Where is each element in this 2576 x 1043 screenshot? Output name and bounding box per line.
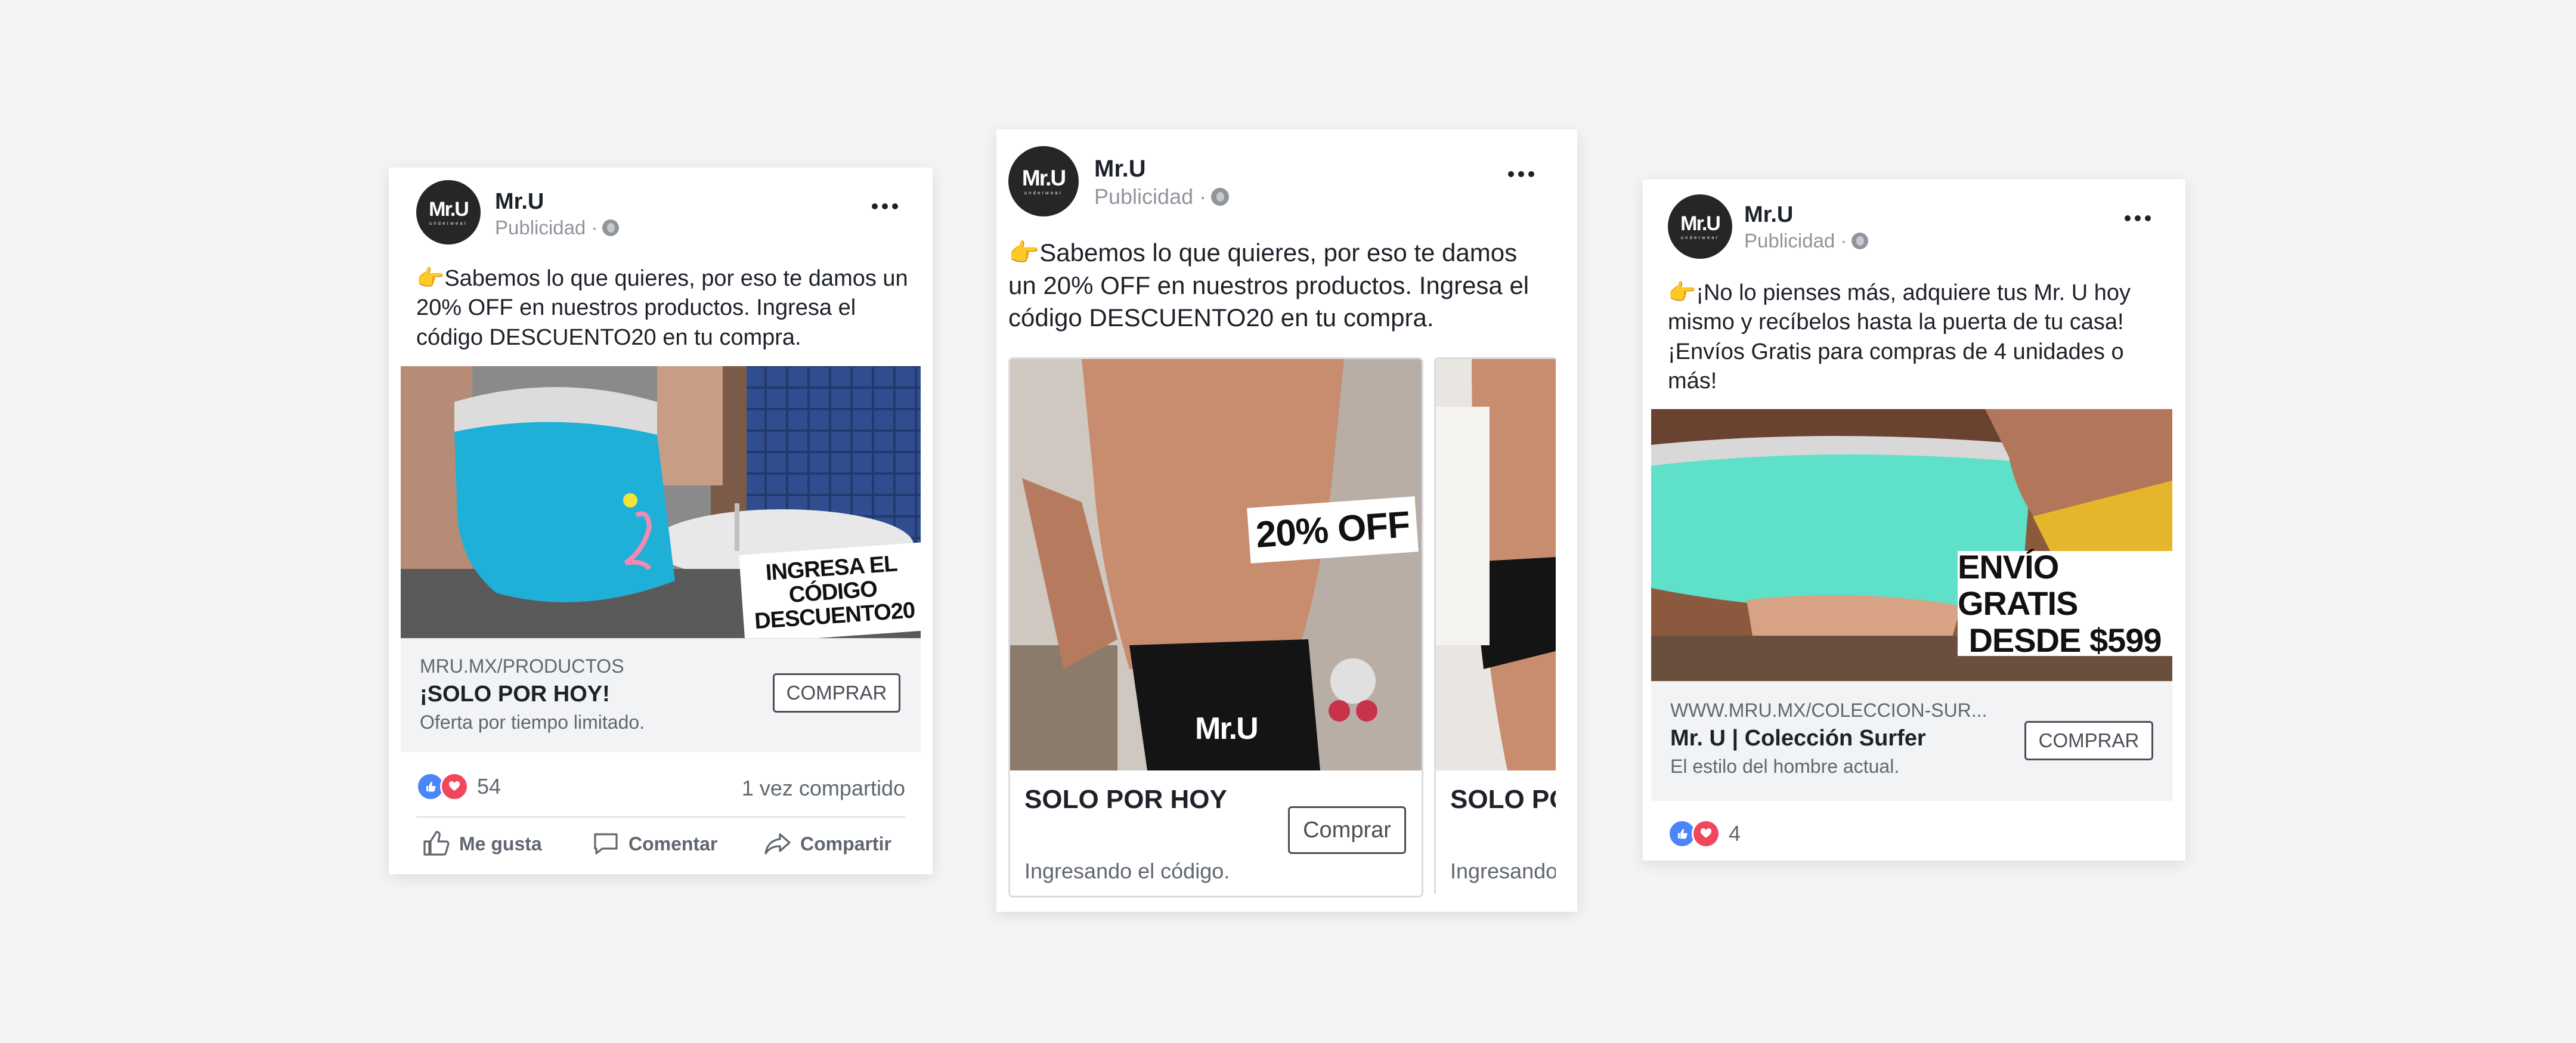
- link-description: Oferta por tiempo limitado.: [420, 711, 645, 733]
- shares-count[interactable]: 1 vez compartido: [742, 776, 905, 801]
- more-options-icon[interactable]: [2125, 215, 2151, 221]
- ad-image[interactable]: ENVÍO GRATIS DESDE $599: [1651, 409, 2172, 681]
- ad-card-1: Mr.U underwear Mr.U Publicidad · 👉Sabemo…: [389, 168, 933, 874]
- more-options-icon[interactable]: [872, 203, 898, 209]
- link-url: WWW.MRU.MX/COLECCION-SUR...: [1670, 700, 1987, 721]
- carousel-title-2: SOLO POR HOY: [1450, 785, 1556, 814]
- post-text: 👉Sabemos lo que quieres, por eso te damo…: [1008, 239, 1530, 332]
- brand-logo-subtext: underwear: [1024, 190, 1063, 196]
- carousel-card-1[interactable]: 20% OFF Mr.U SOLO POR HOY Comprar Ingres…: [1008, 357, 1423, 897]
- link-preview[interactable]: WWW.MRU.MX/COLECCION-SUR... Mr. U | Cole…: [1651, 681, 2172, 801]
- carousel-image-art: [1010, 359, 1422, 770]
- comprar-button[interactable]: Comprar: [1288, 806, 1406, 854]
- carousel-image-overlay: 20% OFF: [1247, 496, 1419, 564]
- carousel-image-2: [1436, 359, 1556, 770]
- globe-icon: [1852, 233, 1869, 249]
- globe-icon: [1211, 188, 1230, 206]
- reactions-count: 54: [477, 774, 501, 799]
- reactions[interactable]: 4: [1668, 819, 1741, 848]
- brand-logo-text: Mr.U: [1021, 166, 1066, 190]
- ad-image[interactable]: INGRESA EL CÓDIGO DESCUENTO20: [401, 366, 921, 638]
- comment-button[interactable]: Comentar: [592, 830, 717, 858]
- image-overlay-text: ENVÍO GRATIS DESDE $599: [1958, 547, 2172, 659]
- carousel-title-1: SOLO POR HOY: [1024, 785, 1227, 814]
- brand-avatar[interactable]: Mr.U underwear: [1008, 146, 1079, 216]
- sponsored-text: Publicidad ·: [1744, 230, 1847, 252]
- brand-logo-subtext: underwear: [429, 220, 468, 226]
- brand-name[interactable]: Mr.U: [495, 189, 544, 215]
- image-overlay-text: INGRESA EL CÓDIGO DESCUENTO20: [739, 542, 921, 638]
- sponsored-label: Publicidad ·: [1744, 230, 1869, 252]
- sponsored-label: Publicidad ·: [1094, 184, 1230, 209]
- carousel-image-1: 20% OFF Mr.U: [1010, 359, 1422, 770]
- link-preview[interactable]: MRU.MX/PRODUCTOS ¡SOLO POR HOY! Oferta p…: [401, 638, 921, 752]
- carousel-image-art-2: [1436, 359, 1556, 770]
- comment-label: Comentar: [628, 832, 718, 855]
- share-button[interactable]: Compartir: [763, 830, 891, 858]
- link-description: El estilo del hombre actual.: [1670, 756, 1900, 777]
- carousel-peek-clip: SOLO POR HOY Ingresando el código.: [1434, 357, 1556, 894]
- love-reaction-icon: [440, 772, 469, 801]
- comment-icon: [594, 833, 618, 855]
- link-title: Mr. U | Colección Surfer: [1670, 726, 1926, 751]
- overlay-line-2: DESDE $599: [1968, 621, 2162, 659]
- sponsored-label: Publicidad ·: [495, 216, 620, 239]
- sponsored-text: Publicidad ·: [495, 216, 598, 239]
- brand-name[interactable]: Mr.U: [1744, 202, 1793, 228]
- more-options-icon[interactable]: [1508, 171, 1534, 177]
- brand-logo-text: Mr.U: [1680, 212, 1721, 235]
- actions-divider: [416, 816, 905, 818]
- sponsored-text: Publicidad ·: [1094, 184, 1207, 209]
- share-label: Compartir: [800, 832, 891, 855]
- comprar-button[interactable]: COMPRAR: [2024, 721, 2153, 760]
- post-text: 👉Sabemos lo que quieres, por eso te damo…: [416, 266, 908, 350]
- ad-card-3: Mr.U underwear Mr.U Publicidad · 👉¡No lo…: [1643, 179, 2185, 861]
- thumbs-up-icon: [423, 831, 450, 856]
- carousel-description-1: Ingresando el código.: [1024, 859, 1230, 883]
- like-label: Me gusta: [459, 832, 542, 855]
- brand-watermark: Mr.U: [1195, 711, 1259, 746]
- share-icon: [764, 833, 791, 855]
- reactions-count: 4: [1729, 821, 1741, 846]
- ad-card-2: Mr.U underwear Mr.U Publicidad · 👉Sabemo…: [996, 129, 1577, 912]
- reactions[interactable]: 54: [416, 772, 501, 801]
- overlay-line-1: ENVÍO GRATIS: [1958, 547, 2078, 623]
- carousel-card-2[interactable]: SOLO POR HOY Ingresando el código.: [1434, 357, 1556, 894]
- brand-avatar[interactable]: Mr.U underwear: [1668, 194, 1732, 259]
- brand-avatar[interactable]: Mr.U underwear: [416, 180, 481, 244]
- link-title: ¡SOLO POR HOY!: [420, 682, 610, 707]
- brand-logo-text: Mr.U: [429, 197, 469, 221]
- globe-icon: [602, 219, 620, 236]
- link-url: MRU.MX/PRODUCTOS: [420, 655, 624, 677]
- comprar-button[interactable]: COMPRAR: [773, 673, 900, 713]
- brand-name[interactable]: Mr.U: [1094, 156, 1146, 182]
- post-text: 👉¡No lo pienses más, adquiere tus Mr. U …: [1668, 280, 2131, 394]
- like-button[interactable]: Me gusta: [422, 830, 542, 858]
- brand-logo-subtext: underwear: [1680, 234, 1720, 240]
- carousel-description-2: Ingresando el código.: [1450, 859, 1556, 883]
- love-reaction-icon: [1692, 819, 1720, 848]
